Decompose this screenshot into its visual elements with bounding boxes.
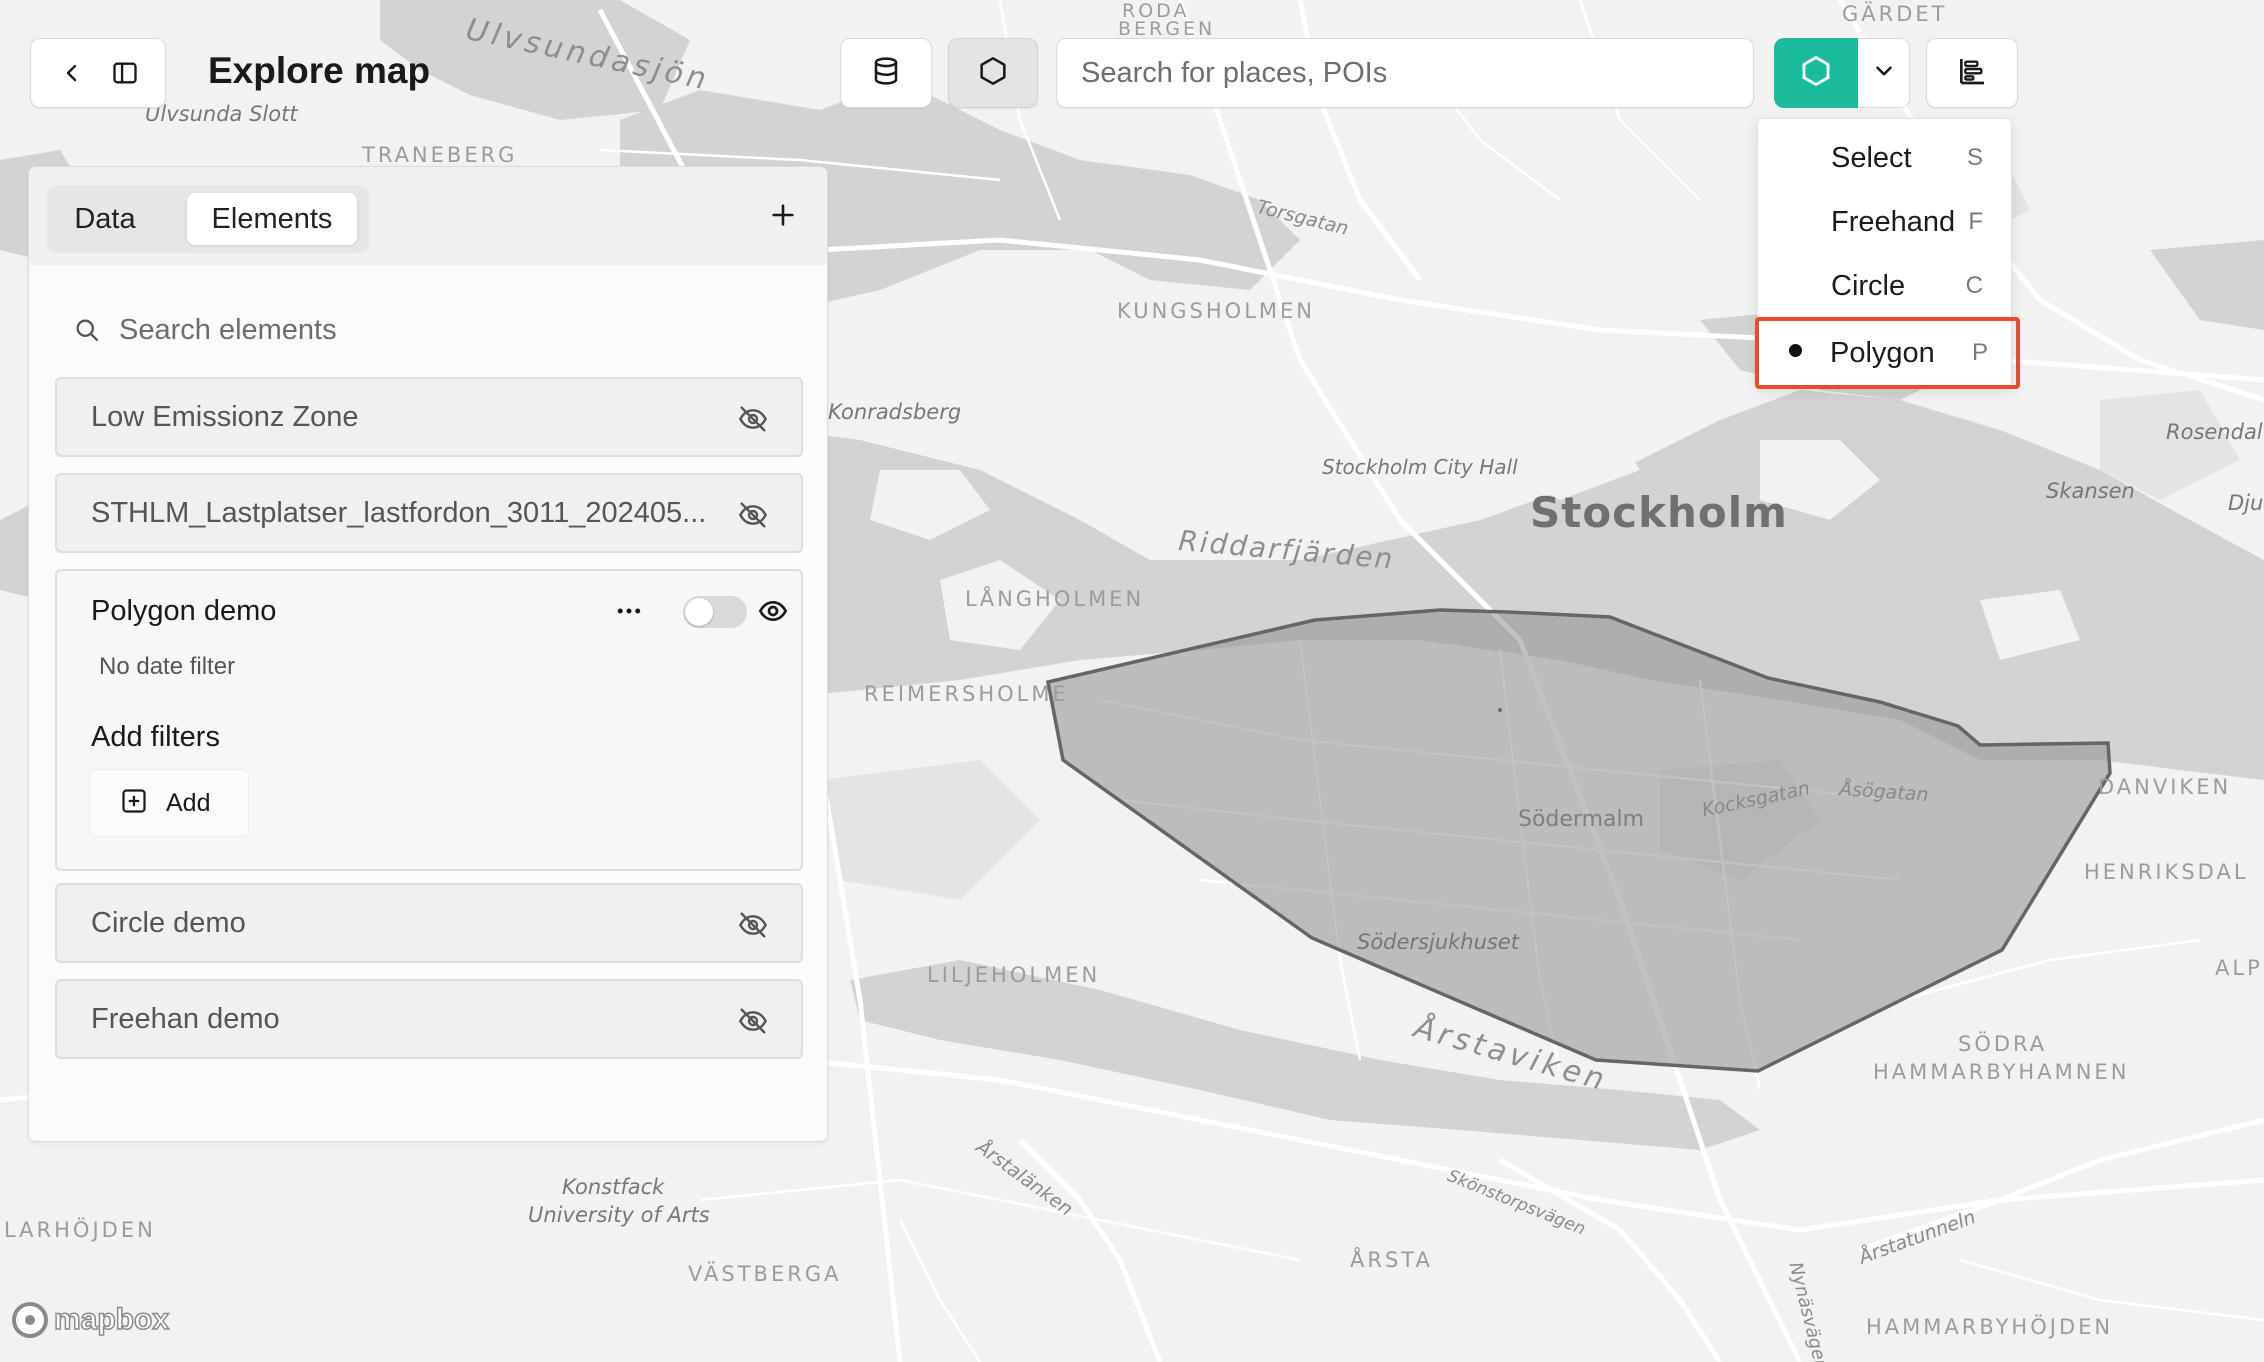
chevron-down-icon bbox=[1871, 58, 1897, 89]
plus-icon bbox=[769, 201, 797, 234]
add-filter-button[interactable]: Add bbox=[89, 769, 249, 837]
mapbox-attribution[interactable]: mapbox bbox=[12, 1302, 170, 1338]
chevron-left-icon[interactable] bbox=[56, 57, 88, 89]
shapes-button[interactable] bbox=[948, 38, 1038, 108]
place-search-input[interactable] bbox=[1081, 56, 1753, 90]
element-search bbox=[69, 305, 789, 355]
menu-item-polygon[interactable]: Polygon P bbox=[1755, 317, 2020, 389]
eye-off-icon[interactable] bbox=[733, 495, 773, 535]
menu-item-select[interactable]: Select S bbox=[1758, 127, 2013, 189]
element-item-expanded[interactable]: Polygon demo No date filter Add filters … bbox=[55, 569, 803, 871]
menu-item-label: Select bbox=[1831, 141, 1912, 174]
add-filter-label: Add bbox=[166, 788, 211, 817]
selected-dot-icon bbox=[1789, 344, 1802, 357]
mapbox-wordmark: mapbox bbox=[53, 1302, 170, 1337]
eye-off-icon[interactable] bbox=[733, 399, 773, 439]
menu-item-label: Freehand bbox=[1831, 205, 1956, 238]
menu-item-label: Polygon bbox=[1830, 336, 1935, 369]
menu-item-shortcut: C bbox=[1965, 272, 1983, 299]
panel-header: Data Elements bbox=[29, 167, 827, 265]
tab-data[interactable]: Data bbox=[55, 193, 155, 245]
draw-mode-dropdown-toggle[interactable] bbox=[1858, 38, 1910, 108]
eye-icon[interactable] bbox=[753, 591, 793, 631]
elements-panel: Data Elements Low Emissionz Zone STHLM_L… bbox=[28, 166, 828, 1142]
search-icon bbox=[69, 312, 105, 348]
element-name: Freehan demo bbox=[91, 1003, 280, 1035]
sidebar-toggle-icon[interactable] bbox=[109, 57, 141, 89]
menu-item-freehand[interactable]: Freehand F bbox=[1758, 191, 2013, 253]
element-name: STHLM_Lastplatser_lastfordon_3011_202405… bbox=[91, 497, 707, 529]
eye-off-icon[interactable] bbox=[733, 1001, 773, 1041]
menu-item-shortcut: F bbox=[1968, 208, 1983, 235]
menu-item-label: Circle bbox=[1831, 269, 1906, 302]
data-layers-button[interactable] bbox=[840, 38, 932, 108]
hexagon-icon bbox=[977, 55, 1009, 92]
legend-icon bbox=[1956, 55, 1988, 92]
draw-mode-menu: Select S Freehand F Circle C Polygon P bbox=[1755, 118, 2020, 389]
element-toggle[interactable] bbox=[683, 596, 747, 628]
plus-square-icon bbox=[120, 787, 148, 820]
menu-item-shortcut: S bbox=[1966, 144, 1983, 171]
menu-item-shortcut: P bbox=[1971, 339, 1988, 366]
page-title: Explore map bbox=[208, 50, 431, 91]
filters-heading: Add filters bbox=[91, 721, 220, 753]
legend-button[interactable] bbox=[1926, 38, 2018, 108]
element-name: Low Emissionz Zone bbox=[91, 401, 359, 433]
element-item[interactable]: Circle demo bbox=[55, 883, 803, 963]
date-filter-text: No date filter bbox=[99, 653, 236, 680]
more-options-icon[interactable] bbox=[609, 591, 649, 631]
place-search-box bbox=[1056, 38, 1754, 108]
element-name: Circle demo bbox=[91, 907, 246, 939]
element-item[interactable]: Freehan demo bbox=[55, 979, 803, 1059]
panel-tabs: Data Elements bbox=[47, 185, 369, 253]
add-element-button[interactable] bbox=[763, 197, 803, 237]
tab-elements[interactable]: Elements bbox=[187, 193, 357, 245]
menu-item-circle[interactable]: Circle C bbox=[1758, 255, 2013, 317]
mapbox-logo-icon bbox=[12, 1302, 48, 1338]
nav-button-group bbox=[30, 38, 166, 108]
element-item[interactable]: STHLM_Lastplatser_lastfordon_3011_202405… bbox=[55, 473, 803, 553]
draw-mode-button[interactable] bbox=[1774, 38, 1858, 108]
eye-off-icon[interactable] bbox=[733, 905, 773, 945]
database-icon bbox=[870, 55, 902, 92]
hexagon-icon bbox=[1799, 54, 1833, 93]
element-name: Polygon demo bbox=[91, 595, 277, 627]
element-search-input[interactable] bbox=[119, 313, 719, 347]
element-item[interactable]: Low Emissionz Zone bbox=[55, 377, 803, 457]
